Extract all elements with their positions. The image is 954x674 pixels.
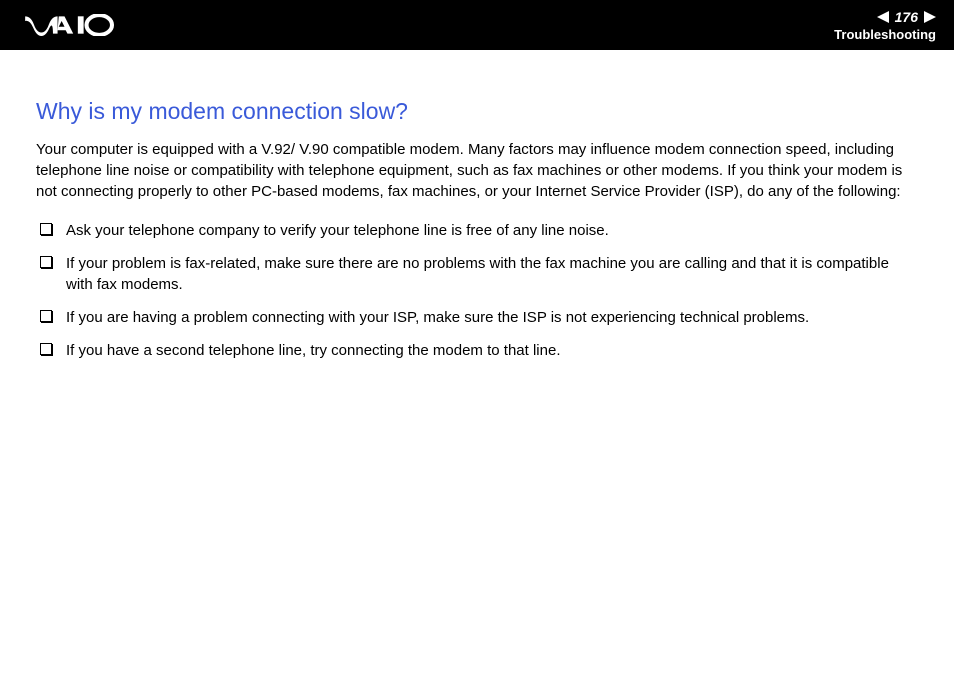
- content-area: Why is my modem connection slow? Your co…: [0, 50, 954, 361]
- page-number: 176: [895, 9, 918, 25]
- section-label: Troubleshooting: [834, 27, 936, 42]
- checkbox-bullet-icon: [40, 310, 52, 322]
- list-item: If your problem is fax-related, make sur…: [36, 253, 918, 295]
- list-item: Ask your telephone company to verify you…: [36, 220, 918, 241]
- checkbox-bullet-icon: [40, 223, 52, 235]
- page-title: Why is my modem connection slow?: [36, 98, 918, 125]
- next-page-arrow-icon[interactable]: [924, 11, 936, 23]
- bullet-list: Ask your telephone company to verify you…: [36, 220, 918, 361]
- bullet-text: Ask your telephone company to verify you…: [66, 220, 918, 241]
- bullet-text: If your problem is fax-related, make sur…: [66, 253, 918, 295]
- bullet-text: If you have a second telephone line, try…: [66, 340, 918, 361]
- bullet-text: If you are having a problem connecting w…: [66, 307, 918, 328]
- prev-page-arrow-icon[interactable]: [877, 11, 889, 23]
- list-item: If you have a second telephone line, try…: [36, 340, 918, 361]
- vaio-logo: [24, 14, 128, 36]
- page-nav: 176: [877, 9, 936, 25]
- vaio-logo-svg: [24, 14, 128, 36]
- intro-paragraph: Your computer is equipped with a V.92/ V…: [36, 139, 918, 202]
- checkbox-bullet-icon: [40, 343, 52, 355]
- list-item: If you are having a problem connecting w…: [36, 307, 918, 328]
- header-bar: 176 Troubleshooting: [0, 0, 954, 50]
- header-right: 176 Troubleshooting: [834, 9, 936, 42]
- checkbox-bullet-icon: [40, 256, 52, 268]
